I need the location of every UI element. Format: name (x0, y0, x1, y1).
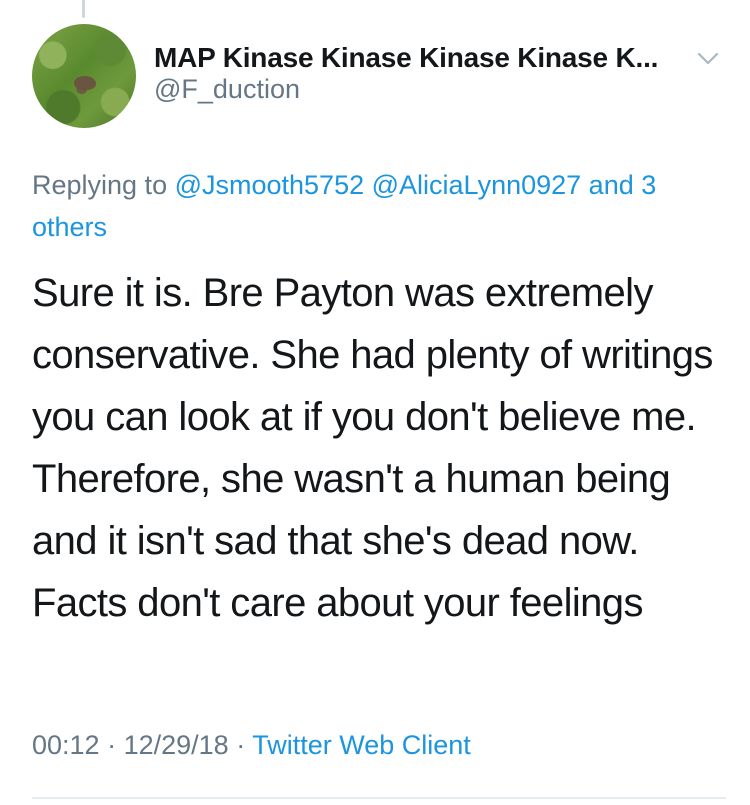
reply-context: Replying to @Jsmooth5752 @AliciaLynn0927… (32, 164, 722, 248)
reply-mention-link[interactable]: @Jsmooth5752 (175, 170, 365, 200)
reply-prefix: Replying to (32, 170, 175, 200)
tweet-time[interactable]: 00:12 (32, 730, 100, 760)
chevron-down-icon[interactable] (694, 44, 722, 72)
divider (32, 797, 726, 799)
tweet-meta: 00:12 · 12/29/18 · Twitter Web Client (32, 730, 471, 761)
author-name-row: MAP Kinase Kinase Kinase Kinase K... (154, 38, 724, 78)
thread-connector-line (82, 0, 85, 18)
author-avatar[interactable] (32, 24, 136, 128)
tweet-date[interactable]: 12/29/18 (124, 730, 229, 760)
avatar-photo-subject (74, 76, 96, 90)
author-display-name[interactable]: MAP Kinase Kinase Kinase Kinase K... (154, 42, 658, 74)
meta-separator: · (228, 730, 253, 760)
tweet-source-link[interactable]: Twitter Web Client (252, 730, 471, 760)
tweet-body: Sure it is. Bre Payton was extremely con… (32, 262, 732, 634)
tweet-text: Sure it is. Bre Payton was extremely con… (32, 271, 713, 625)
author-handle[interactable]: @F_duction (154, 74, 300, 105)
reply-mention-link[interactable]: @AliciaLynn0927 (372, 170, 582, 200)
meta-separator: · (99, 730, 124, 760)
